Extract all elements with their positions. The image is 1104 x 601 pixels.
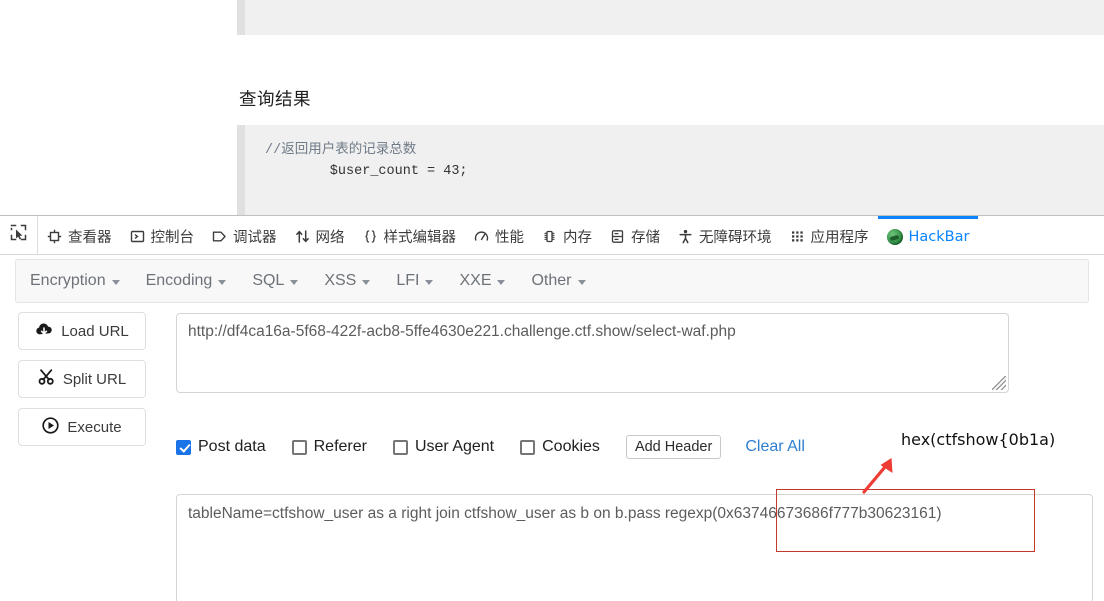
option-post-data[interactable]: Post data bbox=[176, 438, 266, 456]
chevron-down-icon bbox=[290, 280, 299, 285]
menu-sql[interactable]: SQL bbox=[252, 272, 299, 290]
menu-sql-label: SQL bbox=[252, 272, 285, 289]
element-picker-button[interactable] bbox=[0, 216, 38, 254]
cloud-download-icon bbox=[35, 322, 53, 341]
menu-xss-label: XSS bbox=[324, 272, 357, 289]
console-icon bbox=[130, 229, 145, 244]
load-url-button[interactable]: Load URL bbox=[18, 312, 146, 350]
tab-inspector-label: 查看器 bbox=[68, 230, 112, 246]
menu-other-label: Other bbox=[531, 272, 572, 289]
chevron-down-icon bbox=[577, 280, 586, 285]
option-user-agent[interactable]: User Agent bbox=[392, 438, 495, 456]
user-agent-checkbox[interactable] bbox=[392, 439, 408, 455]
tab-style-editor[interactable]: 样式编辑器 bbox=[354, 216, 466, 254]
tab-debugger[interactable]: 调试器 bbox=[203, 216, 286, 254]
url-input-resize-handle[interactable] bbox=[992, 376, 1006, 390]
accessibility-icon bbox=[678, 229, 693, 244]
scissors-icon bbox=[38, 369, 55, 389]
chevron-down-icon bbox=[425, 280, 434, 285]
clear-all-button[interactable]: Clear All bbox=[745, 438, 805, 456]
load-url-label: Load URL bbox=[61, 322, 129, 340]
execute-label: Execute bbox=[67, 418, 122, 436]
page-title: 查询结果 bbox=[239, 90, 311, 110]
tab-console-label: 控制台 bbox=[150, 230, 195, 246]
memory-icon bbox=[542, 229, 557, 244]
devtools-toolbar: 查看器 控制台 调试器 网络 样式编辑器 性能 内存 存储 无障碍环境 应用程序… bbox=[0, 215, 1104, 255]
cookies-checkbox[interactable] bbox=[520, 439, 536, 455]
referer-checkbox[interactable] bbox=[291, 439, 307, 455]
post-data-label: Post data bbox=[198, 438, 266, 455]
network-icon bbox=[295, 229, 310, 244]
tab-performance-label: 性能 bbox=[495, 230, 524, 246]
tab-console[interactable]: 控制台 bbox=[121, 216, 204, 254]
menu-xxe-label: XXE bbox=[459, 272, 492, 289]
tab-application-label: 应用程序 bbox=[810, 230, 869, 246]
post-data-input[interactable]: tableName=ctfshow_user as a right join c… bbox=[176, 494, 1093, 601]
tab-application[interactable]: 应用程序 bbox=[781, 216, 878, 254]
tab-storage-label: 存储 bbox=[631, 230, 660, 246]
hackbar-action-buttons: Load URL Split URL Execute bbox=[18, 312, 146, 456]
tab-network-label: 网络 bbox=[315, 230, 345, 246]
hackbar-options-row: Post data Referer User Agent Cookies Add… bbox=[176, 434, 805, 460]
chevron-down-icon bbox=[497, 280, 506, 285]
menu-other[interactable]: Other bbox=[531, 272, 586, 290]
tab-network[interactable]: 网络 bbox=[286, 216, 354, 254]
tab-hackbar-label: HackBar bbox=[908, 228, 970, 245]
execute-button[interactable]: Execute bbox=[18, 408, 146, 446]
application-icon bbox=[790, 229, 805, 244]
post-data-checkbox[interactable] bbox=[176, 439, 191, 455]
play-circle-icon bbox=[42, 416, 60, 438]
referer-label: Referer bbox=[313, 438, 367, 455]
tab-storage[interactable]: 存储 bbox=[601, 216, 669, 254]
menu-xxe[interactable]: XXE bbox=[459, 272, 506, 290]
tab-inspector[interactable]: 查看器 bbox=[38, 216, 121, 254]
annotation-hex-note: hex(ctfshow{0b1a) bbox=[901, 430, 1056, 449]
option-referer[interactable]: Referer bbox=[291, 438, 367, 456]
menu-lfi-label: LFI bbox=[396, 272, 420, 289]
tab-accessibility[interactable]: 无障碍环境 bbox=[669, 216, 781, 254]
tab-debugger-label: 调试器 bbox=[233, 230, 277, 246]
hackbar-menubar: Encryption Encoding SQL XSS LFI XXE Othe… bbox=[15, 259, 1089, 303]
tab-accessibility-label: 无障碍环境 bbox=[699, 230, 772, 246]
menu-xss[interactable]: XSS bbox=[324, 272, 371, 290]
screenshot-root: 查询结果 //返回用户表的记录总数 $user_count = 43; 查看器 … bbox=[0, 0, 1104, 601]
code-block-top bbox=[237, 0, 1104, 35]
chevron-down-icon bbox=[111, 280, 120, 285]
tab-performance[interactable]: 性能 bbox=[465, 216, 533, 254]
add-header-button[interactable]: Add Header bbox=[625, 435, 722, 459]
tab-memory-label: 内存 bbox=[563, 230, 592, 246]
code-comment-line: //返回用户表的记录总数 bbox=[265, 143, 417, 158]
user-agent-label: User Agent bbox=[414, 438, 495, 455]
element-picker-icon bbox=[10, 224, 27, 246]
debugger-icon bbox=[212, 229, 227, 244]
tab-hackbar[interactable]: HackBar bbox=[877, 216, 979, 254]
website-page-area: 查询结果 //返回用户表的记录总数 $user_count = 43; bbox=[0, 0, 1104, 215]
menu-encoding-label: Encoding bbox=[145, 272, 213, 289]
style-editor-icon bbox=[363, 229, 378, 244]
tab-memory[interactable]: 内存 bbox=[533, 216, 601, 254]
chevron-down-icon bbox=[218, 280, 227, 285]
menu-encryption-label: Encryption bbox=[30, 272, 106, 289]
option-cookies[interactable]: Cookies bbox=[520, 438, 600, 456]
code-block-result: //返回用户表的记录总数 $user_count = 43; bbox=[237, 125, 1104, 215]
code-result-line: $user_count = 43; bbox=[265, 163, 468, 179]
url-input[interactable]: http://df4ca16a-5f68-422f-acb8-5ffe4630e… bbox=[176, 313, 1009, 393]
tab-style-editor-label: 样式编辑器 bbox=[383, 230, 457, 246]
hackbar-panel: Encryption Encoding SQL XSS LFI XXE Othe… bbox=[0, 256, 1104, 601]
chevron-down-icon bbox=[362, 280, 371, 285]
inspector-icon bbox=[47, 229, 62, 244]
split-url-button[interactable]: Split URL bbox=[18, 360, 146, 398]
menu-encryption[interactable]: Encryption bbox=[30, 272, 120, 290]
split-url-label: Split URL bbox=[62, 370, 127, 388]
performance-icon bbox=[474, 229, 489, 244]
annotation-arrow-icon bbox=[860, 452, 904, 501]
hackbar-icon bbox=[886, 228, 903, 245]
menu-encoding[interactable]: Encoding bbox=[146, 272, 227, 290]
storage-icon bbox=[610, 229, 625, 244]
menu-lfi[interactable]: LFI bbox=[396, 272, 434, 290]
cookies-label: Cookies bbox=[542, 438, 600, 455]
devtools-tab-list: 查看器 控制台 调试器 网络 样式编辑器 性能 内存 存储 无障碍环境 应用程序… bbox=[38, 216, 1104, 254]
